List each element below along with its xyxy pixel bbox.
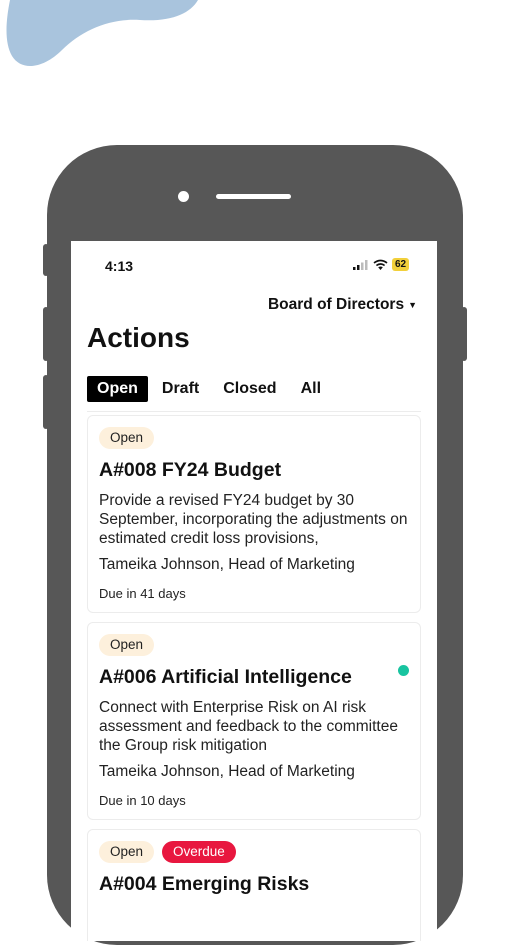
app-screen: 4:13 62 Board of Directors ▼ Actions Ope… — [71, 241, 437, 941]
tabs-divider — [87, 411, 421, 412]
volume-up-button — [43, 307, 49, 361]
action-description: Provide a revised FY24 budget by 30 Sept… — [99, 492, 408, 547]
card-badges: Open Overdue — [99, 841, 236, 863]
org-selector[interactable]: Board of Directors ▼ — [268, 296, 417, 314]
action-card[interactable]: Open A#008 FY24 Budget Provide a revised… — [87, 415, 421, 613]
action-card[interactable]: Open A#006 Artificial Intelligence Conne… — [87, 622, 421, 820]
action-due: Due in 41 days — [99, 586, 186, 601]
volume-down-button — [43, 375, 49, 429]
unread-dot-icon — [398, 665, 409, 676]
tab-all[interactable]: All — [291, 376, 331, 402]
status-badge: Open — [99, 427, 155, 449]
action-description: Connect with Enterprise Risk on AI risk … — [99, 699, 398, 754]
tab-closed[interactable]: Closed — [213, 376, 286, 402]
overdue-badge: Overdue — [162, 841, 236, 863]
tab-draft[interactable]: Draft — [152, 376, 209, 402]
card-badges: Open — [99, 427, 155, 449]
action-title: A#006 Artificial Intelligence — [99, 666, 352, 688]
status-badge: Open — [99, 634, 155, 656]
mute-switch — [43, 244, 49, 276]
action-title: A#004 Emerging Risks — [99, 873, 310, 895]
front-camera — [178, 191, 189, 202]
page-title: Actions — [87, 322, 190, 353]
status-tabs: Open Draft Closed All — [87, 376, 331, 402]
earpiece-speaker — [216, 194, 291, 199]
decorative-blob — [6, 0, 198, 67]
status-icons: 62 — [353, 258, 410, 271]
action-due: Due in 10 days — [99, 793, 186, 808]
wifi-icon — [373, 259, 388, 270]
action-owner: Tameika Johnson, Head of Marketing — [99, 763, 355, 780]
action-title: A#008 FY24 Budget — [99, 459, 282, 481]
card-badges: Open — [99, 634, 155, 656]
battery-icon: 62 — [392, 258, 410, 271]
action-owner: Tameika Johnson, Head of Marketing — [99, 556, 355, 573]
action-card[interactable]: Open Overdue A#004 Emerging Risks — [87, 829, 421, 941]
tab-open[interactable]: Open — [87, 376, 148, 402]
signal-icon — [353, 260, 368, 270]
power-button — [461, 307, 467, 361]
status-time: 4:13 — [105, 258, 134, 274]
status-badge: Open — [99, 841, 155, 863]
org-selector-label: Board of Directors — [267, 296, 405, 313]
caret-down-icon: ▼ — [408, 300, 417, 310]
